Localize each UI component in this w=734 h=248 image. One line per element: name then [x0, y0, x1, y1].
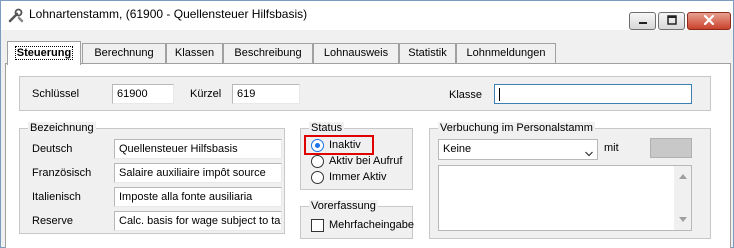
minimize-button[interactable] [629, 12, 656, 30]
chevron-down-icon [585, 146, 593, 157]
radio-immer-aktiv-label: Immer Aktiv [329, 171, 387, 183]
kuerzel-label: Kürzel [190, 88, 222, 100]
tab-klassen[interactable]: Klassen [166, 43, 223, 63]
vorerfassung-legend: Vorerfassung [309, 200, 378, 212]
close-button[interactable] [687, 12, 731, 30]
radio-inaktiv[interactable] [311, 139, 324, 152]
mit-label: mit [604, 142, 619, 154]
tab-berechnung[interactable]: Berechnung [82, 43, 166, 63]
close-icon [703, 14, 715, 29]
schluessel-field[interactable]: 61900 [112, 84, 174, 104]
tab-statistik[interactable]: Statistik [399, 43, 456, 63]
vorerfassung-group: Vorerfassung Mehrfacheingabe [300, 200, 415, 239]
verbuchung-combobox[interactable]: Keine [438, 139, 598, 160]
tab-steuerung[interactable]: Steuerung [7, 41, 81, 65]
italienisch-field[interactable]: Imposte alla fonte ausiliaria [114, 187, 282, 207]
klasse-label: Klasse [449, 89, 483, 101]
vertical-scrollbar[interactable] [674, 166, 691, 230]
schluessel-label: Schlüssel [32, 88, 80, 100]
maximize-button[interactable] [658, 12, 685, 30]
tab-lohnausweis[interactable]: Lohnausweis [313, 43, 399, 63]
tab-beschreibung[interactable]: Beschreibung [223, 43, 313, 63]
reserve-label: Reserve [32, 215, 73, 227]
radio-aktiv-bei-aufruf[interactable] [311, 155, 324, 168]
minimize-icon [638, 15, 648, 28]
status-legend: Status [309, 122, 345, 134]
radio-dot [315, 143, 320, 148]
verbuchung-legend: Verbuchung im Personalstamm [438, 122, 595, 134]
klasse-field[interactable] [494, 84, 692, 104]
verbuchung-group: Verbuchung im Personalstamm Keine mit [429, 122, 711, 239]
verbuchung-combo-value: Keine [443, 143, 472, 155]
status-group: Status Inaktiv Aktiv bei Aufruf Immer Ak… [300, 122, 413, 190]
verbuchung-list[interactable] [438, 165, 692, 231]
deutsch-field[interactable]: Quellensteuer Hilfsbasis [114, 139, 282, 159]
scroll-up-icon[interactable] [679, 170, 687, 182]
tab-lohnmeldungen[interactable]: Lohnmeldungen [456, 43, 556, 63]
radio-inaktiv-label: Inaktiv [329, 139, 361, 151]
mehrfacheingabe-label: Mehrfacheingabe [329, 219, 415, 231]
text-caret [499, 88, 500, 101]
window-title: Lohnartenstamm, (61900 - Quellensteuer H… [29, 7, 308, 21]
header-group: Schlüssel 61900 Kürzel 619 Klasse [19, 76, 711, 111]
italienisch-label: Italienisch [32, 191, 81, 203]
reserve-field[interactable]: Calc. basis for wage subject to tax [114, 211, 282, 231]
tab-panel-steuerung: Schlüssel 61900 Kürzel 619 Klasse Bezeic… [5, 63, 731, 248]
mehrfacheingabe-checkbox[interactable] [311, 219, 324, 232]
bezeichnung-legend: Bezeichnung [28, 122, 96, 134]
lohnartenstamm-window: Lohnartenstamm, (61900 - Quellensteuer H… [0, 0, 734, 248]
kuerzel-field[interactable]: 619 [232, 84, 300, 104]
radio-aktiv-bei-aufruf-label: Aktiv bei Aufruf [329, 155, 403, 167]
maximize-icon [666, 14, 677, 28]
radio-immer-aktiv[interactable] [311, 171, 324, 184]
bezeichnung-group: Bezeichnung Deutsch Quellensteuer Hilfsb… [19, 122, 285, 234]
tab-strip: Steuerung Berechnung Klassen Beschreibun… [5, 41, 731, 65]
title-bar[interactable]: Lohnartenstamm, (61900 - Quellensteuer H… [1, 1, 733, 30]
tools-icon [7, 7, 25, 25]
franzoesisch-field[interactable]: Salaire auxiliaire impôt source [114, 163, 282, 183]
mit-field [650, 138, 692, 158]
scroll-down-icon[interactable] [679, 214, 687, 226]
franzoesisch-label: Französisch [32, 167, 92, 179]
deutsch-label: Deutsch [32, 143, 73, 155]
